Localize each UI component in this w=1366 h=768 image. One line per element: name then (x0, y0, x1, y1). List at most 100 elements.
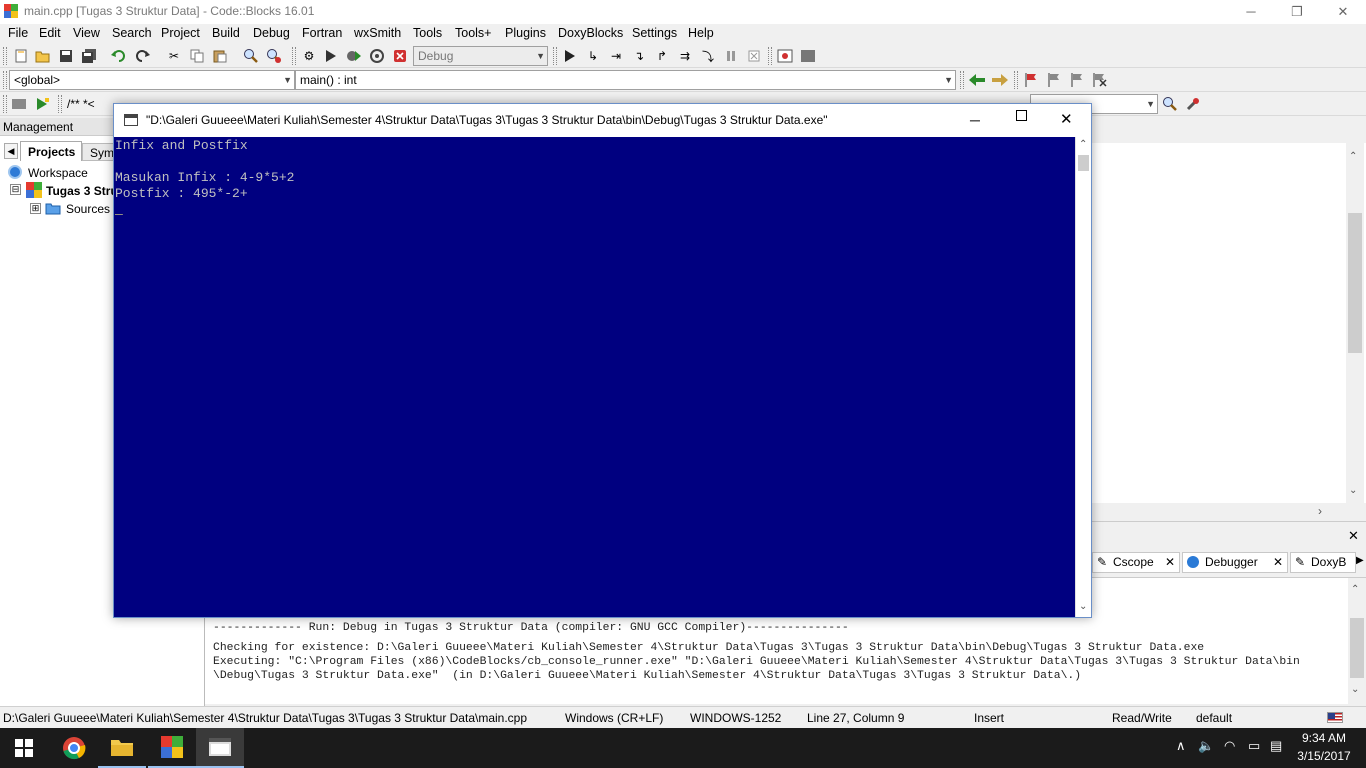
build-gear-icon[interactable]: ⚙ (300, 47, 318, 65)
run-to-cursor-icon[interactable]: ↳ (584, 47, 602, 65)
scroll-down-icon[interactable]: ⌄ (1079, 601, 1087, 612)
menu-view[interactable]: View (73, 26, 100, 40)
console-output[interactable]: Infix and Postfix Masukan Infix : 4-9*5+… (114, 137, 1091, 617)
scroll-up-icon[interactable]: ⌃ (1349, 151, 1357, 162)
next-line-icon[interactable]: ⇥ (607, 47, 625, 65)
scope-select[interactable]: <global> ▼ (9, 70, 295, 90)
volume-icon[interactable]: 🔈 (1198, 738, 1214, 754)
doxygen-comment-label[interactable]: /** *< (67, 97, 95, 111)
menu-fortran[interactable]: Fortran (302, 26, 342, 40)
jump-forward-icon[interactable] (991, 71, 1009, 89)
menu-settings[interactable]: Settings (632, 26, 677, 40)
search-options-icon[interactable] (1184, 95, 1202, 113)
jump-to-icon[interactable] (34, 95, 52, 113)
action-center-icon[interactable]: ▤ (1270, 738, 1282, 754)
close-button[interactable]: ✕ (1320, 0, 1366, 24)
prev-bookmark-icon[interactable] (1045, 71, 1063, 89)
scroll-down-icon[interactable]: ⌄ (1351, 684, 1359, 695)
rebuild-icon[interactable] (368, 47, 386, 65)
log-scroll-thumb[interactable] (1350, 618, 1364, 678)
scroll-up-icon[interactable]: ⌃ (1079, 139, 1087, 150)
console-window[interactable]: "D:\Galeri Guueee\Materi Kuliah\Semester… (113, 103, 1092, 618)
scroll-down-icon[interactable]: ⌄ (1349, 485, 1357, 496)
console-maximize-button[interactable] (1016, 110, 1027, 121)
menu-edit[interactable]: Edit (39, 26, 61, 40)
tabs-scroll-right-icon[interactable]: ▶ (1356, 555, 1364, 566)
redo-icon[interactable] (134, 47, 152, 65)
build-and-run-icon[interactable] (345, 47, 363, 65)
replace-icon[interactable] (265, 47, 283, 65)
toolbar-grip[interactable] (292, 47, 296, 65)
run-icon[interactable] (322, 47, 340, 65)
undo-icon[interactable] (110, 47, 128, 65)
cut-icon[interactable]: ✂ (165, 47, 183, 65)
next-instruction-icon[interactable]: ⇉ (676, 47, 694, 65)
menu-tools-plus[interactable]: Tools+ (455, 26, 491, 40)
log-vertical-scrollbar[interactable]: ⌃ ⌄ (1348, 578, 1366, 705)
build-target-select[interactable]: Debug ▼ (413, 46, 548, 66)
tab-projects[interactable]: Projects (20, 141, 82, 161)
toolbar-grip[interactable] (960, 71, 964, 89)
tab-symbols[interactable]: Symb (82, 143, 114, 161)
console-scroll-thumb[interactable] (1078, 155, 1089, 171)
console-scrollbar[interactable]: ⌃ ⌄ (1075, 137, 1091, 617)
console-taskbar-icon[interactable] (196, 728, 244, 768)
chrome-taskbar-icon[interactable] (50, 728, 98, 768)
battery-icon[interactable]: ▭ (1248, 738, 1260, 754)
toolbar-grip[interactable] (3, 47, 7, 65)
pause-icon[interactable] (722, 47, 740, 65)
editor-horizontal-scrollbar[interactable]: › (1090, 503, 1366, 521)
paste-icon[interactable] (211, 47, 229, 65)
step-out-icon[interactable]: ↱ (653, 47, 671, 65)
debug-windows-icon[interactable] (776, 47, 794, 65)
tab-close-icon[interactable]: ✕ (1165, 553, 1175, 572)
debug-start-icon[interactable] (561, 47, 579, 65)
editor-vertical-scrollbar[interactable]: ⌃ ⌄ (1346, 143, 1364, 503)
tab-debugger[interactable]: Debugger ✕ (1182, 552, 1288, 573)
find-icon[interactable] (242, 47, 260, 65)
tab-cscope[interactable]: ✎ Cscope ✕ (1092, 552, 1180, 573)
tab-scroll-left-icon[interactable]: ◀ (4, 143, 18, 159)
fortran-icon[interactable] (10, 95, 28, 113)
save-all-icon[interactable] (80, 47, 98, 65)
save-icon[interactable] (57, 47, 75, 65)
toolbar-grip[interactable] (768, 47, 772, 65)
codeblocks-taskbar-icon[interactable] (148, 728, 196, 768)
wifi-icon[interactable]: ◠ (1224, 738, 1235, 754)
function-select[interactable]: main() : int ▼ (295, 70, 956, 90)
scroll-up-icon[interactable]: ⌃ (1351, 584, 1359, 595)
toggle-bookmark-icon[interactable] (1022, 71, 1040, 89)
editor-scroll-thumb[interactable] (1348, 213, 1362, 353)
console-minimize-button[interactable]: ─ (970, 112, 980, 128)
jump-back-icon[interactable] (968, 71, 986, 89)
menu-doxyblocks[interactable]: DoxyBlocks (558, 26, 623, 40)
open-file-icon[interactable] (34, 47, 52, 65)
toolbar-grip[interactable] (3, 95, 7, 113)
menu-plugins[interactable]: Plugins (505, 26, 546, 40)
tree-collapse-icon[interactable]: ⊟ (10, 184, 21, 195)
menu-file[interactable]: File (8, 26, 28, 40)
menu-debug[interactable]: Debug (253, 26, 290, 40)
step-into-instruction-icon[interactable]: ⤵ (699, 47, 717, 65)
toolbar-grip[interactable] (58, 95, 62, 113)
toolbar-grip[interactable] (3, 71, 7, 89)
menu-help[interactable]: Help (688, 26, 714, 40)
clock-time[interactable]: 9:34 AM (1296, 731, 1352, 745)
code-editor[interactable]: ⌃ ⌄ › (1090, 143, 1366, 521)
start-button[interactable] (0, 728, 48, 768)
next-bookmark-icon[interactable] (1068, 71, 1086, 89)
scroll-right-icon[interactable]: › (1318, 504, 1322, 518)
step-into-icon[interactable]: ↴ (630, 47, 648, 65)
clock-date[interactable]: 3/15/2017 (1296, 749, 1352, 763)
console-title-bar[interactable]: "D:\Galeri Guueee\Materi Kuliah\Semester… (114, 104, 1091, 137)
new-file-icon[interactable] (12, 47, 30, 65)
abort-icon[interactable] (391, 47, 409, 65)
menu-build[interactable]: Build (212, 26, 240, 40)
clear-bookmarks-icon[interactable] (1091, 71, 1109, 89)
menu-project[interactable]: Project (161, 26, 200, 40)
minimize-button[interactable]: ─ (1228, 0, 1274, 24)
toolbar-grip[interactable] (553, 47, 557, 65)
various-info-icon[interactable] (799, 47, 817, 65)
tab-doxyblocks[interactable]: ✎ DoxyB (1290, 552, 1356, 573)
close-logs-icon[interactable]: ✕ (1348, 528, 1359, 544)
